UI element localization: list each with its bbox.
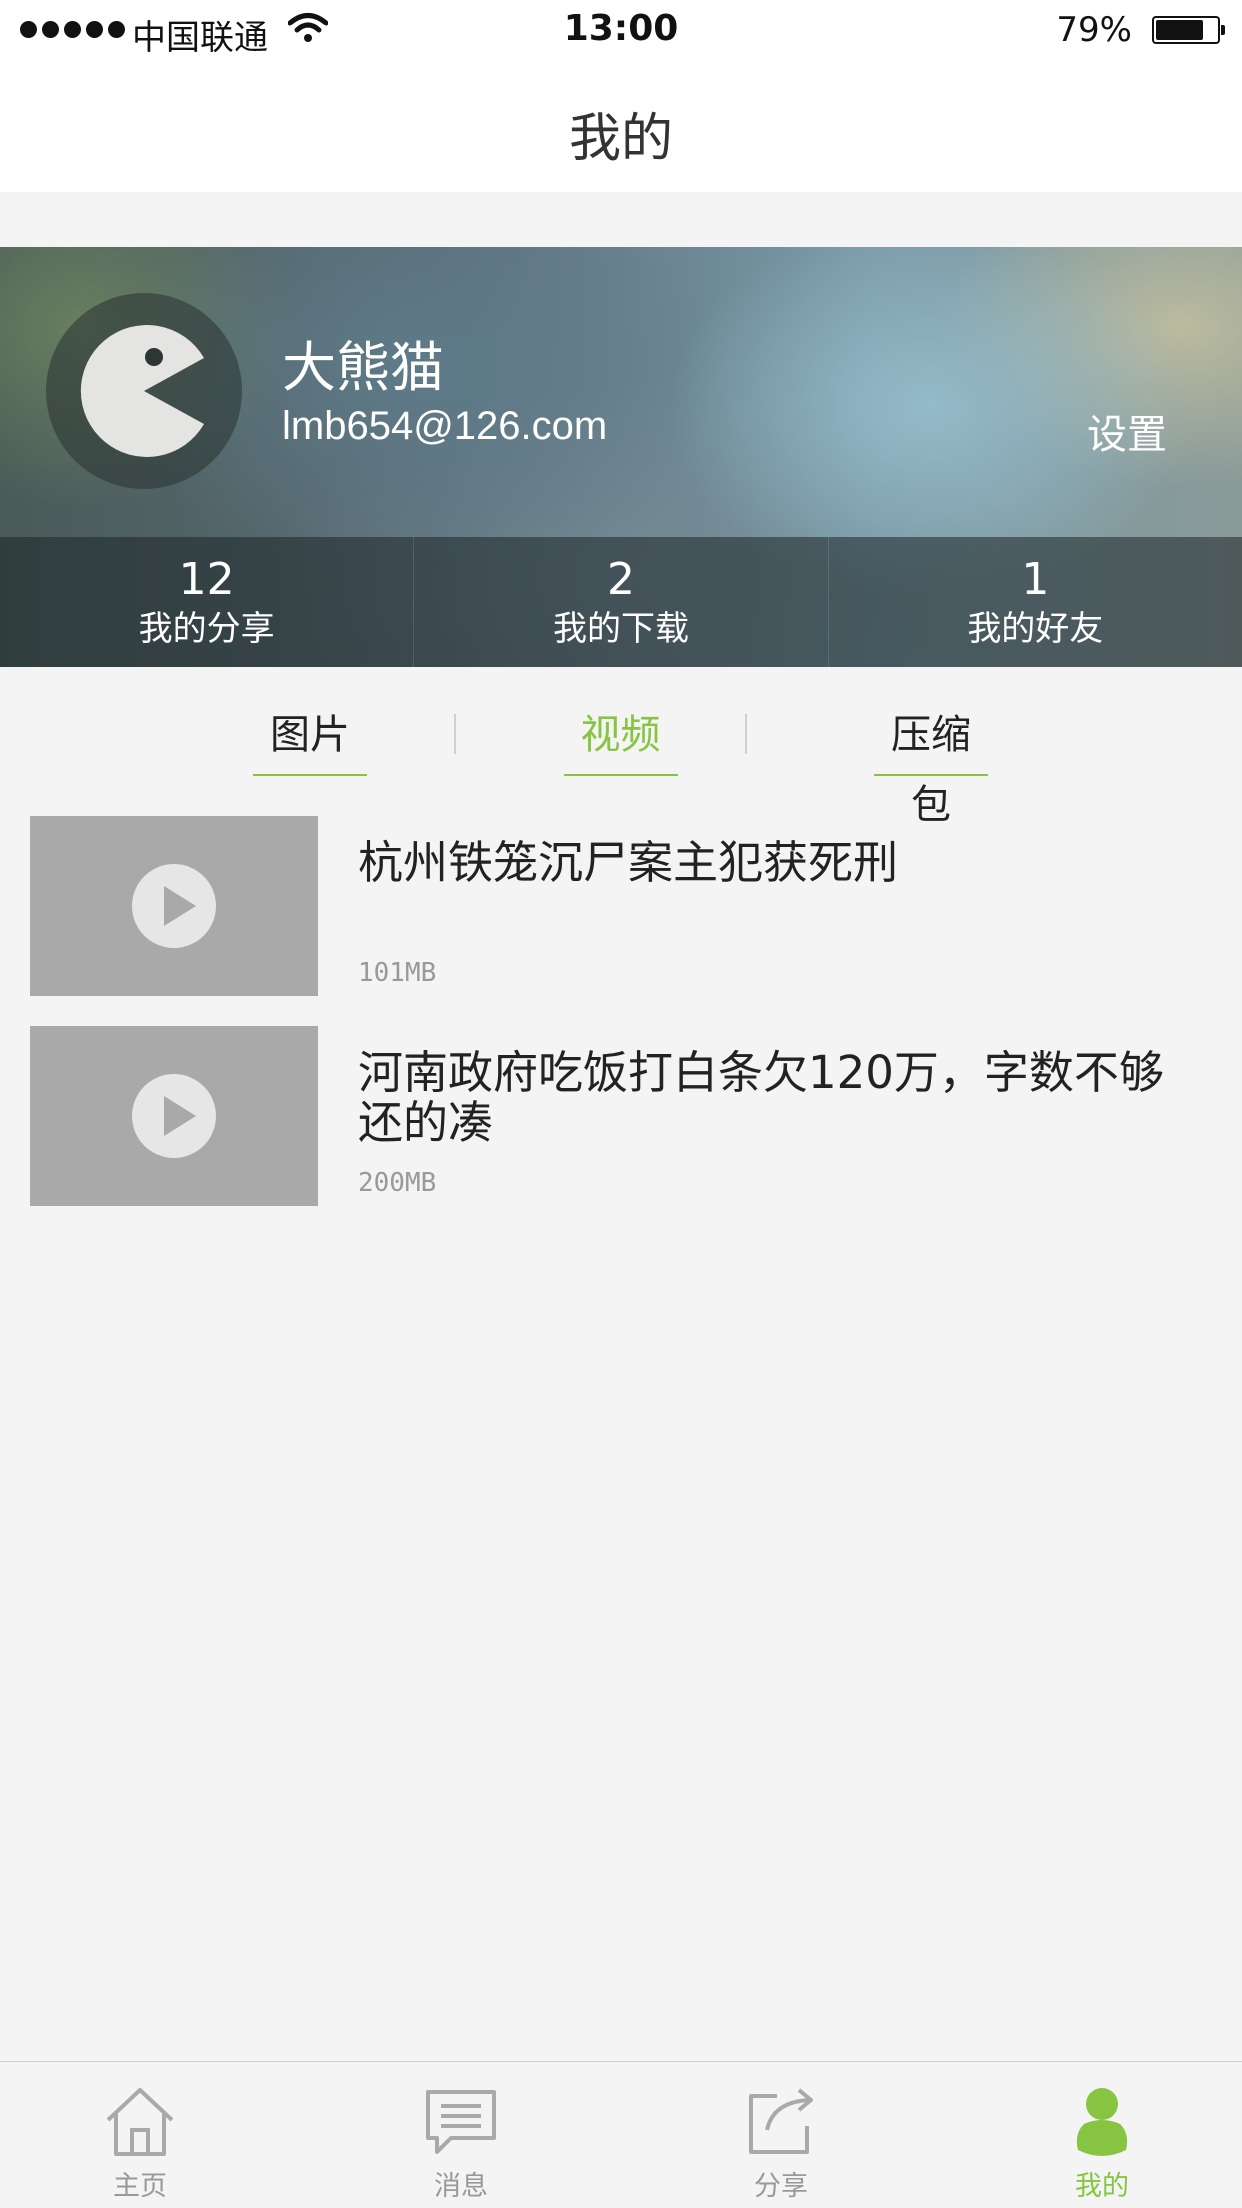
tabbar-item-share[interactable]: 分享 <box>711 2062 851 2208</box>
tab-divider <box>454 714 456 754</box>
list-item[interactable]: 杭州铁笼沉尸案主犯获死刑 101MB <box>30 816 1212 996</box>
tab-videos[interactable]: 视频 <box>563 700 678 776</box>
tab-images[interactable]: 图片 <box>253 700 367 776</box>
page-title: 我的 <box>568 109 673 169</box>
play-icon[interactable] <box>132 1074 216 1158</box>
battery-icon <box>1152 16 1225 44</box>
tab-label: 图片 <box>270 712 350 758</box>
stats-bar: 12 我的分享 2 我的下载 1 我的好友 <box>0 537 1242 667</box>
pacman-avatar-icon[interactable] <box>78 325 210 457</box>
video-thumbnail[interactable] <box>30 816 318 996</box>
tab-label: 视频 <box>580 712 661 758</box>
video-size: 101MB <box>358 958 437 988</box>
stat-count: 12 <box>178 554 235 605</box>
video-size: 200MB <box>358 1168 437 1198</box>
tab-divider <box>745 714 747 754</box>
tab-underline <box>563 774 678 776</box>
tab-label: 压缩包 <box>891 712 971 828</box>
content-tabs: 图片 视频 压缩包 <box>253 700 988 828</box>
settings-button[interactable]: 设置 <box>1087 402 1167 460</box>
stat-label: 我的分享 <box>138 609 275 649</box>
stat-my-downloads[interactable]: 2 我的下载 <box>413 537 827 667</box>
tabbar-item-messages[interactable]: 消息 <box>391 2062 531 2208</box>
stat-count: 2 <box>606 554 635 605</box>
tabbar-label: 分享 <box>754 2171 808 2202</box>
tabbar-item-home[interactable]: 主页 <box>70 2062 210 2208</box>
bottom-tab-bar: 主页 消息 分享 我的 <box>0 2061 1242 2208</box>
profile-icon <box>1076 2088 1128 2156</box>
stat-my-shares[interactable]: 12 我的分享 <box>0 537 413 667</box>
tab-underline <box>874 774 988 776</box>
tab-archives[interactable]: 压缩包 <box>874 700 988 828</box>
video-title: 河南政府吃饭打白条欠120万，字数不够还的凑 <box>358 1046 1164 1149</box>
profile-header: 大熊猫 lmb654@126.com 设置 12 我的分享 2 我的下载 1 我… <box>0 247 1242 667</box>
user-email: lmb654@126.com <box>282 404 608 448</box>
tabbar-label: 主页 <box>113 2171 167 2202</box>
username: 大熊猫 <box>282 336 444 399</box>
video-thumbnail[interactable] <box>30 1026 318 1206</box>
battery-percent: 79% <box>1056 10 1132 50</box>
stat-label: 我的下载 <box>552 609 689 649</box>
home-icon <box>106 2088 174 2156</box>
list-item[interactable]: 河南政府吃饭打白条欠120万，字数不够还的凑 200MB <box>30 1026 1212 1206</box>
share-icon <box>749 2088 813 2154</box>
stat-label: 我的好友 <box>967 609 1104 649</box>
nav-bar: 我的 <box>0 60 1242 192</box>
stat-my-friends[interactable]: 1 我的好友 <box>827 537 1242 667</box>
tabbar-label: 我的 <box>1075 2171 1129 2202</box>
video-title: 杭州铁笼沉尸案主犯获死刑 <box>358 836 899 889</box>
stat-count: 1 <box>1021 554 1050 605</box>
play-icon[interactable] <box>132 864 216 948</box>
tab-underline <box>253 774 367 776</box>
status-bar: 中国联通 13:00 79% <box>0 0 1242 60</box>
tabbar-label: 消息 <box>434 2171 488 2202</box>
tabbar-item-profile[interactable]: 我的 <box>1032 2062 1172 2208</box>
message-icon <box>426 2090 496 2154</box>
